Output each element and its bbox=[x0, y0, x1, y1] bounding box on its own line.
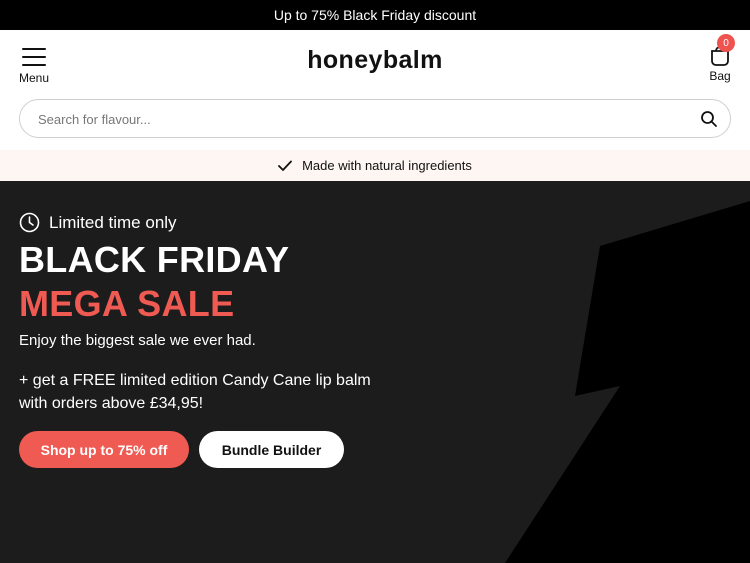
hero-offer: + get a FREE limited edition Candy Cane … bbox=[19, 369, 419, 415]
hero-offer-line1: + get a FREE limited edition Candy Cane … bbox=[19, 372, 371, 389]
bag-count-badge: 0 bbox=[717, 34, 735, 52]
search-icon[interactable] bbox=[700, 110, 718, 128]
bundle-builder-button[interactable]: Bundle Builder bbox=[199, 431, 344, 468]
bag-label: Bag bbox=[709, 69, 731, 83]
shop-sale-button[interactable]: Shop up to 75% off bbox=[19, 431, 189, 468]
promo-bar: Up to 75% Black Friday discount bbox=[0, 0, 750, 30]
search-bar bbox=[19, 99, 731, 138]
search-input[interactable] bbox=[38, 109, 678, 129]
hero-subtitle: Enjoy the biggest sale we ever had. bbox=[19, 332, 256, 349]
limited-time-text: Limited time only bbox=[49, 212, 177, 232]
clock-icon bbox=[19, 212, 40, 233]
promo-text: Up to 75% Black Friday discount bbox=[273, 7, 477, 23]
hero-title-line1: BLACK FRIDAY bbox=[19, 239, 290, 280]
hero-banner: Limited time only BLACK FRIDAY MEGA SALE… bbox=[0, 181, 750, 563]
logo[interactable]: honeybalm bbox=[0, 46, 750, 75]
site-header: Menu honeybalm 0 Bag bbox=[0, 30, 750, 96]
checkmark-icon bbox=[278, 160, 292, 171]
hero-offer-line2: with orders above £34,95! bbox=[19, 395, 204, 412]
hero-title-line2: MEGA SALE bbox=[19, 283, 235, 324]
usp-bar: Made with natural ingredients bbox=[0, 150, 750, 181]
limited-time-label: Limited time only bbox=[19, 212, 177, 233]
bag-button[interactable]: 0 Bag bbox=[700, 34, 740, 90]
usp-text: Made with natural ingredients bbox=[302, 158, 472, 173]
